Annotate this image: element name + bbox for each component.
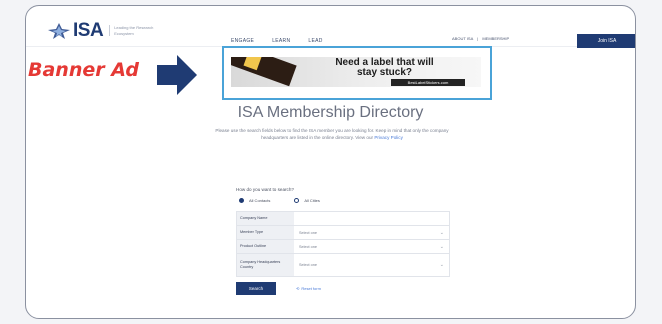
field-label: Company Name xyxy=(237,212,294,225)
nav-item-lead[interactable]: LEAD xyxy=(308,38,322,44)
form-row-product-outline: Product Outline Select one ⌄ xyxy=(237,240,449,254)
search-question: How do you want to search? xyxy=(236,187,294,192)
isa-logo[interactable]: ISA Leading the Research Ecosystem xyxy=(48,21,154,40)
ad-headline: Need a label that will stay stuck? xyxy=(335,57,434,78)
intro-text: Please use the search fields below to fi… xyxy=(214,128,450,142)
chevron-down-icon: ⌄ xyxy=(439,229,444,236)
radio-label: All Cities xyxy=(304,198,320,203)
intro-body: Please use the search fields below to fi… xyxy=(215,128,449,140)
reset-label: Reset form xyxy=(301,286,321,291)
form-row-member-type: Member Type Select one ⌄ xyxy=(237,226,449,240)
nav-item-engage[interactable]: ENGAGE xyxy=(231,38,254,44)
banner-ad-annotation: Banner Ad xyxy=(28,59,139,81)
hq-country-select[interactable]: Select one ⌄ xyxy=(294,254,449,276)
select-value: Select one xyxy=(299,230,317,235)
radio-unselected-icon xyxy=(294,198,300,203)
site-header: ISA Leading the Research Ecosystem ENGAG… xyxy=(26,6,635,48)
util-separator: | xyxy=(477,36,479,41)
field-label: Member Type xyxy=(237,226,294,239)
bottle-image xyxy=(231,57,297,87)
radio-all-contacts[interactable]: All Contacts xyxy=(239,198,270,203)
nav-item-learn[interactable]: LEARN xyxy=(272,38,290,44)
banner-ad-highlight: Need a label that will stay stuck? BestL… xyxy=(222,46,492,100)
util-link-about[interactable]: ABOUT ISA xyxy=(452,36,473,41)
logo-tagline: Leading the Research Ecosystem xyxy=(109,25,154,36)
utility-links: ABOUT ISA | MEMBERSHIP xyxy=(452,36,509,41)
reset-icon: ⟲ xyxy=(296,286,300,291)
form-row-company-name: Company Name xyxy=(237,212,449,226)
chevron-down-icon: ⌄ xyxy=(439,262,444,268)
select-value: Select one xyxy=(299,244,317,249)
select-value: Select one xyxy=(299,263,317,267)
search-form: Company Name Member Type Select one ⌄ Pr… xyxy=(236,211,450,277)
radio-selected-icon xyxy=(239,198,244,203)
logo-text: ISA xyxy=(73,20,104,41)
field-label: Product Outline xyxy=(237,240,294,253)
browser-frame: ISA Leading the Research Ecosystem ENGAG… xyxy=(25,5,636,319)
radio-label: All Contacts xyxy=(249,198,271,203)
privacy-policy-link[interactable]: Privacy Policy xyxy=(374,135,403,140)
ad-url: BestLabelStickers.com xyxy=(391,79,465,86)
reset-form-link[interactable]: ⟲ Reset form xyxy=(296,286,321,291)
product-outline-select[interactable]: Select one ⌄ xyxy=(294,240,449,253)
chevron-down-icon: ⌄ xyxy=(439,243,444,250)
arrow-right-icon xyxy=(157,55,197,95)
form-row-hq-country: Company Headquarters Country Select one … xyxy=(237,254,449,276)
search-button[interactable]: Search xyxy=(236,282,276,295)
isa-logo-mark-icon xyxy=(48,22,70,39)
main-nav: ENGAGE LEARN LEAD xyxy=(231,38,323,44)
radio-all-cities[interactable]: All Cities xyxy=(294,198,320,203)
banner-ad[interactable]: Need a label that will stay stuck? BestL… xyxy=(231,57,481,87)
join-isa-button[interactable]: Join ISA xyxy=(577,34,635,48)
field-label: Company Headquarters Country xyxy=(237,254,294,276)
company-name-input[interactable] xyxy=(294,212,449,225)
search-mode-radios: All Contacts All Cities xyxy=(239,198,320,203)
member-type-select[interactable]: Select one ⌄ xyxy=(294,226,449,239)
page-title: ISA Membership Directory xyxy=(237,104,424,121)
util-link-membership[interactable]: MEMBERSHIP xyxy=(482,36,509,41)
